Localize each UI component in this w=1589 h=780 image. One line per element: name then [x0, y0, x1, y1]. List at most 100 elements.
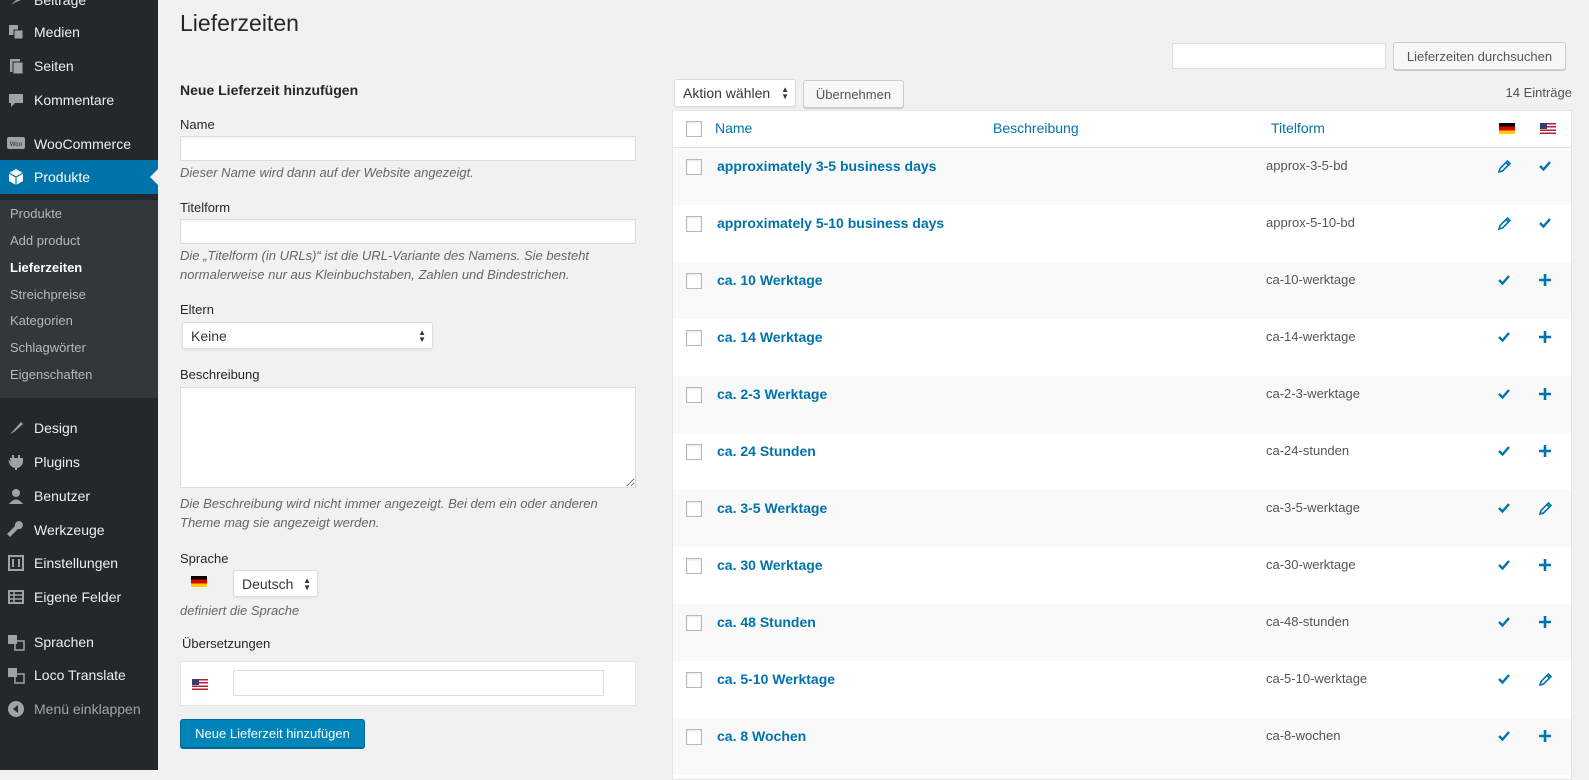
- slug-help: Die „Titelform (in URLs)“ ist die URL-Va…: [180, 248, 590, 282]
- row-checkbox[interactable]: [686, 729, 702, 745]
- select-arrows-icon: ▲ ▼: [781, 85, 789, 101]
- check-icon[interactable]: [1496, 671, 1512, 687]
- parent-select[interactable]: Keine ▲ ▼: [182, 322, 433, 349]
- bulk-action-select[interactable]: Aktion wählen ▲ ▼: [674, 79, 796, 107]
- row-checkbox[interactable]: [686, 672, 702, 688]
- tools-icon: [6, 520, 26, 540]
- plus-icon[interactable]: [1537, 386, 1553, 402]
- check-icon[interactable]: [1537, 158, 1553, 174]
- term-name-link[interactable]: ca. 10 Werktage: [717, 272, 823, 288]
- term-name-link[interactable]: ca. 30 Werktage: [717, 557, 823, 573]
- menu-item-benutzer[interactable]: Benutzer: [0, 479, 158, 513]
- media-icon: [6, 22, 26, 42]
- select-all-checkbox[interactable]: [686, 121, 702, 137]
- edit-icon[interactable]: [1496, 158, 1512, 174]
- check-icon[interactable]: [1496, 500, 1512, 516]
- check-icon[interactable]: [1496, 728, 1512, 744]
- row-checkbox[interactable]: [686, 387, 702, 403]
- check-icon[interactable]: [1496, 386, 1512, 402]
- submenu-item-produkte[interactable]: Produkte: [10, 206, 62, 221]
- check-icon[interactable]: [1537, 215, 1553, 231]
- row-checkbox[interactable]: [686, 273, 702, 289]
- term-slug: ca-5-10-werktage: [1266, 671, 1368, 686]
- edit-icon[interactable]: [1537, 671, 1553, 687]
- apply-button[interactable]: Übernehmen: [803, 80, 904, 108]
- slug-field[interactable]: [180, 219, 636, 244]
- plus-icon[interactable]: [1537, 614, 1553, 630]
- slug-label: Titelform: [180, 200, 231, 215]
- menu-item-seiten[interactable]: Seiten: [0, 49, 158, 83]
- column-header-description[interactable]: Beschreibung: [993, 120, 1079, 136]
- menu-item-loco-translate[interactable]: Loco Translate: [0, 658, 158, 692]
- row-checkbox[interactable]: [686, 558, 702, 574]
- row-checkbox[interactable]: [686, 159, 702, 175]
- submenu-item-kategorien[interactable]: Kategorien: [10, 313, 73, 328]
- menu-item-kommentare[interactable]: Kommentare: [0, 83, 158, 117]
- add-term-button[interactable]: Neue Lieferzeit hinzufügen: [180, 719, 365, 748]
- menu-item-design[interactable]: Design: [0, 411, 158, 445]
- term-name-link[interactable]: ca. 48 Stunden: [717, 614, 816, 630]
- column-header-name[interactable]: Name: [715, 120, 752, 136]
- column-header-slug[interactable]: Titelform: [1271, 120, 1325, 136]
- submenu-item-streichpreise[interactable]: Streichpreise: [10, 287, 86, 302]
- edit-icon[interactable]: [1537, 500, 1553, 516]
- menu-item-plugins[interactable]: Plugins: [0, 445, 158, 479]
- menu-item-produkte[interactable]: Produkte: [0, 160, 158, 194]
- woocommerce-icon: Woo: [6, 134, 26, 154]
- check-icon[interactable]: [1496, 443, 1512, 459]
- term-name-link[interactable]: ca. 5-10 Werktage: [717, 671, 835, 687]
- plus-icon[interactable]: [1537, 272, 1553, 288]
- menu-item-sprachen[interactable]: Sprachen: [0, 625, 158, 659]
- row-checkbox[interactable]: [686, 216, 702, 232]
- term-name-link[interactable]: ca. 24 Stunden: [717, 443, 816, 459]
- submenu-item-lieferzeiten[interactable]: Lieferzeiten: [10, 260, 82, 275]
- term-name-link[interactable]: approximately 3-5 business days: [717, 158, 936, 174]
- plus-icon[interactable]: [1537, 557, 1553, 573]
- menu-item-einstellungen[interactable]: Einstellungen: [0, 546, 158, 580]
- search-input[interactable]: [1172, 43, 1386, 69]
- language-select[interactable]: Deutsch ▲ ▼: [233, 570, 318, 597]
- term-slug: ca-14-werktage: [1266, 329, 1356, 344]
- plus-icon[interactable]: [1537, 329, 1553, 345]
- row-checkbox[interactable]: [686, 330, 702, 346]
- menu-label: Benutzer: [34, 488, 91, 504]
- submenu-item-add-product[interactable]: Add product: [10, 233, 80, 248]
- check-icon[interactable]: [1496, 557, 1512, 573]
- translation-en-input[interactable]: [233, 670, 604, 696]
- menu-item-eigene-felder[interactable]: Eigene Felder: [0, 580, 158, 614]
- search-button[interactable]: Lieferzeiten durchsuchen: [1393, 42, 1566, 70]
- select-arrows-icon: ▲ ▼: [303, 575, 311, 592]
- menu-item-woocommerce[interactable]: Woo WooCommerce: [0, 127, 158, 161]
- pages-icon: [6, 56, 26, 76]
- menu-item-werkzeuge[interactable]: Werkzeuge: [0, 513, 158, 547]
- term-name-link[interactable]: ca. 3-5 Werktage: [717, 500, 827, 516]
- term-name-link[interactable]: ca. 2-3 Werktage: [717, 386, 827, 402]
- plus-icon[interactable]: [1537, 443, 1553, 459]
- submenu-item-eigenschaften[interactable]: Eigenschaften: [10, 367, 92, 382]
- menu-label: Design: [34, 420, 78, 436]
- edit-icon[interactable]: [1496, 215, 1512, 231]
- menu-item-medien[interactable]: Medien: [0, 15, 158, 49]
- comments-icon: [6, 90, 26, 110]
- menu-label: Werkzeuge: [34, 522, 105, 538]
- row-checkbox[interactable]: [686, 615, 702, 631]
- table-row: ca. 10 Werktage ca-10-werktage: [673, 262, 1571, 319]
- term-name-link[interactable]: ca. 8 Wochen: [717, 728, 806, 744]
- parent-label: Eltern: [180, 302, 214, 317]
- submenu-item-schlagwoerter[interactable]: Schlagwörter: [10, 340, 86, 355]
- check-icon[interactable]: [1496, 272, 1512, 288]
- menu-label: Plugins: [34, 454, 80, 470]
- menu-item-collapse[interactable]: Menü einklappen: [0, 692, 158, 726]
- description-help: Die Beschreibung wird nicht immer angeze…: [180, 496, 598, 530]
- row-checkbox[interactable]: [686, 501, 702, 517]
- name-field[interactable]: [180, 136, 636, 161]
- check-icon[interactable]: [1496, 329, 1512, 345]
- table-row: ca. 30 Werktage ca-30-werktage: [673, 547, 1571, 604]
- plus-icon[interactable]: [1537, 728, 1553, 744]
- description-textarea[interactable]: [180, 387, 636, 488]
- term-name-link[interactable]: approximately 5-10 business days: [717, 215, 944, 231]
- term-name-link[interactable]: ca. 14 Werktage: [717, 329, 823, 345]
- row-checkbox[interactable]: [686, 444, 702, 460]
- check-icon[interactable]: [1496, 614, 1512, 630]
- language-help: definiert die Sprache: [180, 603, 300, 618]
